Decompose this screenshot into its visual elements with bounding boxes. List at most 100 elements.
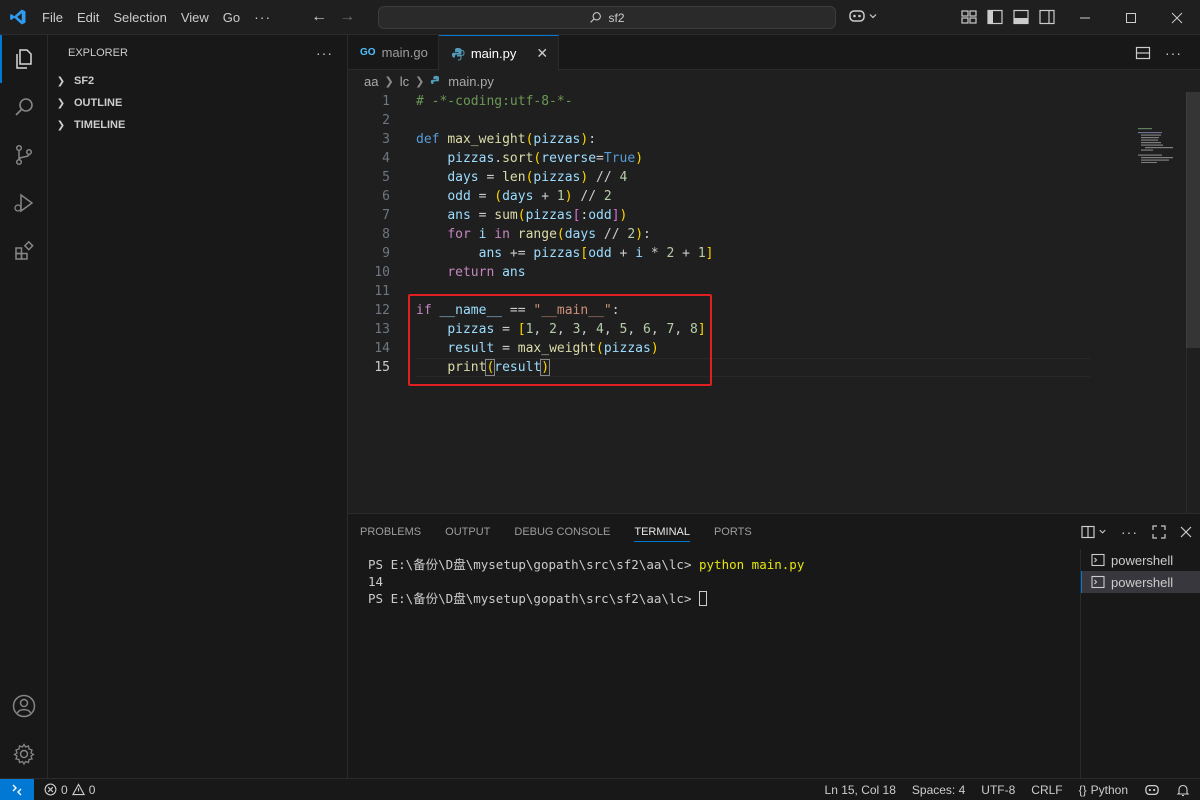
menu-view[interactable]: View bbox=[174, 0, 216, 35]
terminal-icon bbox=[1091, 553, 1105, 567]
terminal-prompt: PS E:\备份\D盘\mysetup\gopath\src\sf2\aa\lc… bbox=[368, 591, 699, 606]
minimap[interactable] bbox=[1136, 127, 1186, 163]
chevron-right-icon: ❯ bbox=[415, 75, 425, 88]
extensions-icon bbox=[15, 240, 34, 260]
code-line: 11 bbox=[348, 282, 1200, 301]
chevron-right-icon: ❯ bbox=[56, 75, 66, 87]
explorer-button[interactable] bbox=[0, 35, 48, 83]
manage-button[interactable] bbox=[0, 730, 48, 778]
accounts-button[interactable] bbox=[0, 682, 48, 730]
end-of-line[interactable]: CRLF bbox=[1031, 783, 1062, 797]
code-line: 9 ans += pizzas[odd + i * 2 + 1] bbox=[348, 244, 1200, 263]
search-view-button[interactable] bbox=[0, 83, 48, 131]
cursor-position[interactable]: Ln 15, Col 18 bbox=[825, 783, 896, 797]
tab-main-py[interactable]: main.py ✕ bbox=[438, 35, 560, 71]
code-text: def max_weight(pizzas): bbox=[416, 132, 597, 147]
maximize-panel-icon[interactable] bbox=[1152, 524, 1166, 539]
forward-arrow-icon[interactable]: → bbox=[336, 6, 358, 28]
section-outline[interactable]: ❯ OUTLINE bbox=[48, 92, 347, 114]
copilot-icon[interactable] bbox=[1144, 783, 1160, 797]
python-file-icon bbox=[431, 75, 440, 84]
toggle-panel-icon[interactable] bbox=[1012, 8, 1030, 26]
chevron-down-icon bbox=[869, 14, 877, 19]
extensions-button[interactable] bbox=[0, 227, 48, 275]
line-number: 7 bbox=[382, 208, 390, 223]
tab-problems[interactable]: PROBLEMS bbox=[360, 514, 421, 549]
run-debug-button[interactable] bbox=[0, 179, 48, 227]
section-timeline[interactable]: ❯ TIMELINE bbox=[48, 114, 347, 136]
menu-go[interactable]: Go bbox=[216, 0, 247, 35]
line-number: 15 bbox=[374, 360, 390, 375]
remote-icon bbox=[12, 784, 22, 795]
toggle-secondary-sidebar-icon[interactable] bbox=[1038, 8, 1056, 26]
tab-debug-console[interactable]: DEBUG CONSOLE bbox=[514, 514, 610, 549]
copilot-icon bbox=[849, 10, 865, 22]
menu-edit[interactable]: Edit bbox=[70, 0, 106, 35]
code-line: 7 ans = sum(pizzas[:odd]) bbox=[348, 206, 1200, 225]
close-window-button[interactable] bbox=[1154, 0, 1200, 35]
terminal-list-item[interactable]: powershell bbox=[1081, 549, 1200, 571]
code-text: ans = sum(pizzas[:odd]) bbox=[447, 208, 628, 223]
line-number: 13 bbox=[374, 322, 390, 337]
problems-status[interactable]: 0 0 bbox=[34, 783, 95, 797]
search-icon bbox=[15, 98, 33, 116]
line-number: 1 bbox=[382, 94, 390, 109]
command-center-search[interactable]: sf2 bbox=[378, 6, 836, 29]
warning-count: 0 bbox=[88, 782, 96, 797]
tab-output[interactable]: OUTPUT bbox=[445, 514, 490, 549]
code-text: odd = (days + 1) // 2 bbox=[447, 189, 612, 204]
code-line: 5 days = len(pizzas) // 4 bbox=[348, 168, 1200, 187]
line-number: 6 bbox=[382, 189, 390, 204]
chevron-right-icon: ❯ bbox=[56, 119, 66, 131]
close-tab-icon[interactable]: ✕ bbox=[536, 45, 548, 62]
editor-more-button[interactable]: ··· bbox=[1165, 45, 1182, 61]
close-panel-icon[interactable] bbox=[1180, 526, 1192, 538]
indentation[interactable]: Spaces: 4 bbox=[912, 783, 965, 797]
split-terminal-button[interactable] bbox=[1081, 525, 1107, 539]
code-text: if __name__ == "__main__": bbox=[416, 303, 620, 318]
sidebar-more-button[interactable]: ··· bbox=[316, 45, 333, 61]
split-editor-icon[interactable] bbox=[1135, 45, 1151, 61]
section-sf2[interactable]: ❯ SF2 bbox=[48, 70, 347, 92]
tab-terminal[interactable]: TERMINAL bbox=[634, 514, 690, 549]
code-editor[interactable]: 1 # -*-coding:utf-8-*- 2 3 def max_weight(… bbox=[348, 92, 1200, 377]
code-text: result = max_weight(pizzas) bbox=[447, 341, 659, 356]
notifications-bell-icon[interactable] bbox=[1176, 783, 1190, 797]
tab-ports[interactable]: PORTS bbox=[714, 514, 752, 549]
maximize-button[interactable] bbox=[1108, 0, 1154, 35]
menu-file[interactable]: File bbox=[35, 0, 70, 35]
panel-more-button[interactable]: ··· bbox=[1121, 524, 1138, 540]
back-arrow-icon[interactable]: ← bbox=[308, 6, 330, 28]
editor-scrollbar-thumb[interactable] bbox=[1186, 92, 1200, 348]
language-mode[interactable]: {} Python bbox=[1079, 783, 1128, 797]
toggle-primary-sidebar-icon[interactable] bbox=[986, 8, 1004, 26]
breadcrumb: aa ❯ lc ❯ main.py bbox=[348, 70, 1200, 92]
tab-main-go[interactable]: GO main.go bbox=[348, 35, 439, 70]
source-control-button[interactable] bbox=[0, 131, 48, 179]
remote-button[interactable] bbox=[0, 778, 34, 800]
encoding[interactable]: UTF-8 bbox=[981, 783, 1015, 797]
language-label: Python bbox=[1090, 783, 1128, 797]
breadcrumb-item[interactable]: aa bbox=[364, 74, 378, 89]
copilot-button[interactable] bbox=[848, 8, 878, 24]
terminal-output[interactable]: PS E:\备份\D盘\mysetup\gopath\src\sf2\aa\lc… bbox=[368, 556, 804, 607]
account-icon bbox=[12, 694, 36, 718]
minimize-button[interactable] bbox=[1062, 0, 1108, 35]
status-bar: 0 0 Ln 15, Col 18 Spaces: 4 UTF-8 CRLF {… bbox=[0, 778, 1200, 800]
code-text: return ans bbox=[447, 265, 526, 280]
menu-selection[interactable]: Selection bbox=[106, 0, 173, 35]
customize-layout-icon[interactable] bbox=[960, 8, 978, 26]
error-icon bbox=[44, 783, 57, 796]
chevron-right-icon: ❯ bbox=[384, 75, 394, 88]
menu-more[interactable]: ··· bbox=[247, 0, 278, 35]
run-debug-icon bbox=[14, 193, 34, 213]
search-text: sf2 bbox=[608, 10, 625, 25]
terminal-result: 14 bbox=[368, 574, 384, 589]
breadcrumb-item[interactable]: main.py bbox=[448, 74, 494, 89]
line-number: 14 bbox=[374, 341, 390, 356]
error-count: 0 bbox=[61, 782, 68, 797]
breadcrumb-item[interactable]: lc bbox=[400, 74, 409, 89]
close-icon bbox=[1171, 12, 1183, 23]
code-line: 8 for i in range(days // 2): bbox=[348, 225, 1200, 244]
terminal-list-item[interactable]: powershell bbox=[1081, 571, 1200, 593]
